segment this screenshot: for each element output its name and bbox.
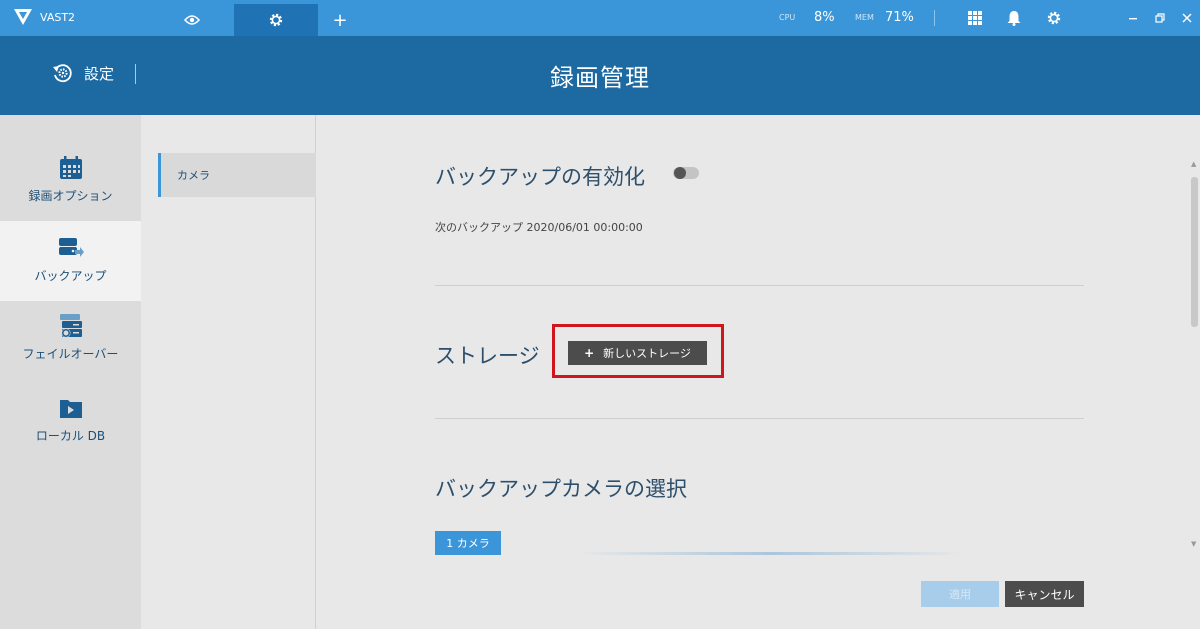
bell-icon[interactable] [1005, 9, 1023, 27]
backup-drive-icon [58, 238, 84, 257]
mem-label: MEM [855, 13, 874, 22]
backup-enable-toggle[interactable] [673, 167, 699, 179]
vivotek-logo-icon [14, 9, 32, 25]
topbar-divider [934, 10, 935, 26]
new-storage-label: 新しいストレージ [603, 347, 691, 360]
eye-icon [184, 15, 200, 25]
main-content: バックアップの有効化 次のバックアップ 2020/06/01 00:00:00 … [316, 115, 1190, 629]
toggle-knob [674, 167, 686, 179]
gear-icon[interactable] [1045, 9, 1063, 27]
subnav: カメラ [141, 115, 316, 629]
subnav-item-label: カメラ [177, 169, 210, 182]
new-storage-button[interactable]: + 新しいストレージ [568, 341, 707, 365]
failover-server-icon [59, 314, 82, 338]
next-backup-text: 次のバックアップ 2020/06/01 00:00:00 [435, 221, 643, 234]
top-bar: VAST2 + CPU 8% MEM 71% [0, 0, 1200, 36]
sidebar-item-label: フェイルオーバー [22, 347, 119, 361]
scroll-thumb[interactable] [1191, 177, 1198, 327]
plus-icon: + [584, 346, 595, 360]
scroll-up-arrow[interactable]: ▲ [1191, 160, 1196, 168]
camera-count-badge[interactable]: 1 カメラ [435, 531, 501, 555]
mem-value: 71% [885, 10, 914, 25]
sidebar: 録画オプション バックアップ フェイルオーバー ローカル DB [0, 115, 141, 629]
grid-icon[interactable] [966, 9, 984, 27]
cancel-button[interactable]: キャンセル [1005, 581, 1084, 607]
camera-select-title: バックアップカメラの選択 [435, 477, 687, 501]
storage-title: ストレージ [435, 344, 540, 368]
calendar-icon [59, 156, 82, 179]
sidebar-item-local-db[interactable]: ローカル DB [0, 381, 141, 461]
apply-button[interactable]: 適用 [921, 581, 999, 607]
tab-settings[interactable] [234, 4, 318, 36]
subnav-item-camera[interactable]: カメラ [158, 153, 316, 197]
page-header: 設定 録画管理 [0, 36, 1200, 115]
plus-icon: + [332, 9, 348, 31]
cpu-label: CPU [779, 13, 796, 22]
tab-live-view[interactable] [152, 4, 232, 36]
section-divider [435, 418, 1084, 419]
tab-add-button[interactable]: + [320, 4, 360, 36]
sidebar-item-recording-options[interactable]: 録画オプション [0, 141, 141, 221]
cpu-value: 8% [814, 10, 835, 25]
close-icon[interactable] [1179, 9, 1195, 27]
sidebar-item-label: ローカル DB [35, 429, 106, 443]
folder-icon [59, 400, 82, 418]
backup-enable-title: バックアップの有効化 [435, 165, 645, 189]
scrollbar[interactable]: ▲ ▼ [1189, 160, 1200, 550]
sidebar-item-label: バックアップ [34, 269, 107, 283]
section-divider [435, 285, 1084, 286]
minimize-icon[interactable] [1125, 9, 1141, 27]
restore-icon[interactable] [1152, 9, 1168, 27]
sidebar-item-failover[interactable]: フェイルオーバー [0, 301, 141, 381]
app-title: VAST2 [40, 11, 76, 24]
loading-glow [576, 552, 966, 555]
page-title: 録画管理 [550, 64, 650, 92]
sidebar-item-backup[interactable]: バックアップ [0, 221, 141, 301]
gear-icon [269, 13, 283, 27]
sidebar-item-label: 録画オプション [28, 189, 113, 203]
scroll-down-arrow[interactable]: ▼ [1191, 540, 1196, 548]
